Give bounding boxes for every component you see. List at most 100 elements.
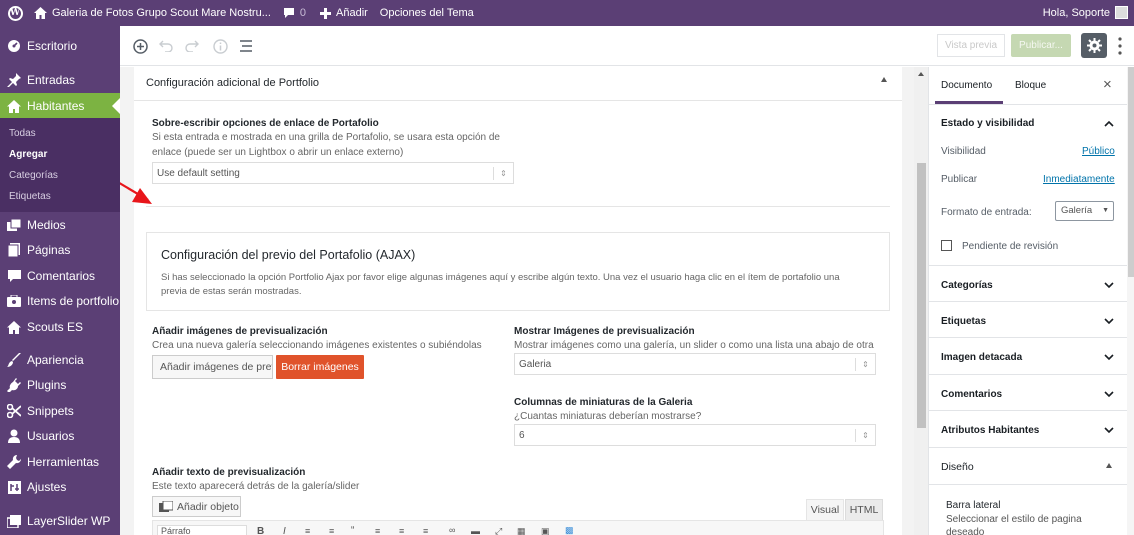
add-images-button[interactable]: Añadir imágenes de previsu xyxy=(152,355,273,379)
panel-scrollbar[interactable] xyxy=(1127,67,1134,535)
theme-options-link[interactable]: Opciones del Tema xyxy=(380,7,474,19)
submenu-categorias[interactable]: Categorías xyxy=(9,170,58,181)
admin-sidebar: Escritorio Entradas Habitantes Todas Agr… xyxy=(0,26,120,535)
editor-scrollbar[interactable] xyxy=(914,67,928,535)
site-link[interactable]: Galeria de Fotos Grupo Scout Mare Nostru… xyxy=(34,7,271,19)
select-arrow-icon: ⇕ xyxy=(855,429,875,442)
fullscreen-icon[interactable]: ⤢ xyxy=(495,526,502,535)
publish-button[interactable]: Publicar... xyxy=(1011,34,1071,57)
align-right-icon[interactable]: ≡ xyxy=(423,526,428,535)
tab-documento[interactable]: Documento xyxy=(941,80,992,91)
tab-bloque[interactable]: Bloque xyxy=(1015,80,1046,91)
tab-html[interactable]: HTML xyxy=(845,499,883,520)
sidebar-item-medios[interactable]: Medios xyxy=(0,212,120,238)
visibility-link[interactable]: Público xyxy=(1082,146,1115,157)
section-title: Etiquetas xyxy=(941,316,987,327)
sidebar-item-label: Páginas xyxy=(27,243,71,257)
new-content-link[interactable]: Añadir xyxy=(320,7,368,19)
scroll-up-arrow-icon[interactable] xyxy=(918,72,924,76)
bold-icon[interactable]: B xyxy=(257,526,264,535)
sidebar-item-ajustes[interactable]: Ajustes xyxy=(0,474,120,500)
undo-button[interactable] xyxy=(158,38,174,54)
sidebar-item-paginas[interactable]: Páginas xyxy=(0,237,120,263)
sidebar-item-items-de-portfolio[interactable]: Items de portfolio xyxy=(0,288,120,314)
info-button[interactable] xyxy=(212,38,228,54)
align-center-icon[interactable]: ≡ xyxy=(399,526,404,535)
design-panel-header[interactable]: Diseño xyxy=(929,447,1127,484)
chevron-up-icon[interactable] xyxy=(1103,118,1115,130)
pending-checkbox[interactable] xyxy=(941,240,952,251)
sidebar-item-apariencia[interactable]: Apariencia xyxy=(0,347,120,373)
add-block-button[interactable] xyxy=(132,38,148,54)
insert-icon[interactable]: ▩ xyxy=(565,525,574,535)
sidebar-item-layerslider[interactable]: LayerSlider WP xyxy=(0,508,120,534)
settings-button[interactable] xyxy=(1081,33,1107,58)
chevron-down-icon xyxy=(1104,354,1114,361)
close-panel-button[interactable]: × xyxy=(1103,76,1112,93)
chevron-down-icon xyxy=(1104,318,1114,325)
editor-toolbar: Párrafo B I ≡ ≡ “ ≡ ≡ ≡ ∞ ▬ ⤢ ▦ ▣ ▩ xyxy=(152,520,884,535)
paragraph-select[interactable]: Párrafo xyxy=(157,525,247,535)
preview-text-desc: Este texto aparecerá detrás de la galerí… xyxy=(152,481,360,492)
comments-link[interactable]: 0 xyxy=(283,7,306,19)
sidebar-item-label: Comentarios xyxy=(27,269,96,283)
collapse-arrow-icon[interactable] xyxy=(881,77,887,82)
sidebar-item-snippets[interactable]: Snippets xyxy=(0,398,120,424)
show-images-select[interactable]: Galeria ⇕ xyxy=(514,353,876,375)
featured-image-panel[interactable]: Imagen detacada xyxy=(929,337,1127,374)
outline-button[interactable] xyxy=(238,38,254,54)
more-tag-icon[interactable]: ▬ xyxy=(471,526,480,535)
more-menu-button[interactable] xyxy=(1116,36,1124,56)
tags-panel[interactable]: Etiquetas xyxy=(929,301,1127,337)
sidebar-item-escritorio[interactable]: Escritorio xyxy=(0,33,120,59)
override-select[interactable]: Use default setting ⇕ xyxy=(152,162,514,184)
categories-panel[interactable]: Categorías xyxy=(929,265,1127,301)
submenu-agregar[interactable]: Agregar xyxy=(9,149,47,160)
sidebar-item-scouts-es[interactable]: Scouts ES xyxy=(0,314,120,340)
columns-label: Columnas de miniaturas de la Galeria xyxy=(514,397,693,408)
panel-scrollbar-thumb[interactable] xyxy=(1128,67,1134,277)
sidebar-item-label: Snippets xyxy=(27,404,74,418)
sidebar-item-plugins[interactable]: Plugins xyxy=(0,372,120,398)
pin-icon xyxy=(6,72,22,88)
sidebar-item-habitantes[interactable]: Habitantes xyxy=(0,93,120,119)
home-icon xyxy=(6,319,22,335)
sidebar-item-herramientas[interactable]: Herramientas xyxy=(0,449,120,475)
bullet-list-icon[interactable]: ≡ xyxy=(305,526,310,535)
link-icon[interactable]: ∞ xyxy=(449,525,455,535)
plugin-icon xyxy=(6,377,22,393)
format-select[interactable]: Galería ▼ xyxy=(1055,201,1114,221)
comments-count: 0 xyxy=(299,7,306,19)
redo-button[interactable] xyxy=(184,38,200,54)
override-desc-line2: enlace (puede ser un Lightbox o abrir un… xyxy=(152,147,404,158)
section-title: Diseño xyxy=(941,461,974,473)
add-object-button[interactable]: Añadir objeto xyxy=(152,496,241,517)
site-name: Galeria de Fotos Grupo Scout Mare Nostru… xyxy=(52,7,271,19)
wordpress-logo-icon[interactable]: W xyxy=(2,0,28,26)
italic-icon[interactable]: I xyxy=(283,526,286,535)
delete-images-button[interactable]: Borrar imágenes xyxy=(276,355,364,379)
toolbar-toggle-icon[interactable]: ▦ xyxy=(517,526,526,535)
scrollbar-thumb[interactable] xyxy=(917,163,926,428)
image-icon[interactable]: ▣ xyxy=(541,526,550,535)
sidebar-item-usuarios[interactable]: Usuarios xyxy=(0,423,120,449)
portfolio-icon xyxy=(6,293,22,309)
align-left-icon[interactable]: ≡ xyxy=(375,526,380,535)
section-title: Categorías xyxy=(941,280,993,291)
submenu-etiquetas[interactable]: Etiquetas xyxy=(9,191,51,202)
portfolio-metabox: Configuración adicional de Portfolio Sob… xyxy=(134,67,902,535)
sidebar-item-label: Ajustes xyxy=(27,480,67,494)
publish-date-link[interactable]: Inmediatamente xyxy=(1043,174,1115,185)
attributes-panel[interactable]: Atributos Habitantes xyxy=(929,410,1127,447)
preview-button[interactable]: Vista previa xyxy=(937,34,1005,57)
sidebar-item-entradas[interactable]: Entradas xyxy=(0,67,120,93)
submenu-todas[interactable]: Todas xyxy=(9,128,36,139)
sidebar-item-comentarios[interactable]: Comentarios xyxy=(0,263,120,289)
my-account[interactable]: Hola, Soporte xyxy=(1043,6,1128,19)
quote-icon[interactable]: “ xyxy=(351,525,354,535)
number-list-icon[interactable]: ≡ xyxy=(329,526,334,535)
status-title[interactable]: Estado y visibilidad xyxy=(941,118,1034,129)
tab-visual[interactable]: Visual xyxy=(806,499,844,520)
columns-select[interactable]: 6 ⇕ xyxy=(514,424,876,446)
comments-panel[interactable]: Comentarios xyxy=(929,374,1127,410)
